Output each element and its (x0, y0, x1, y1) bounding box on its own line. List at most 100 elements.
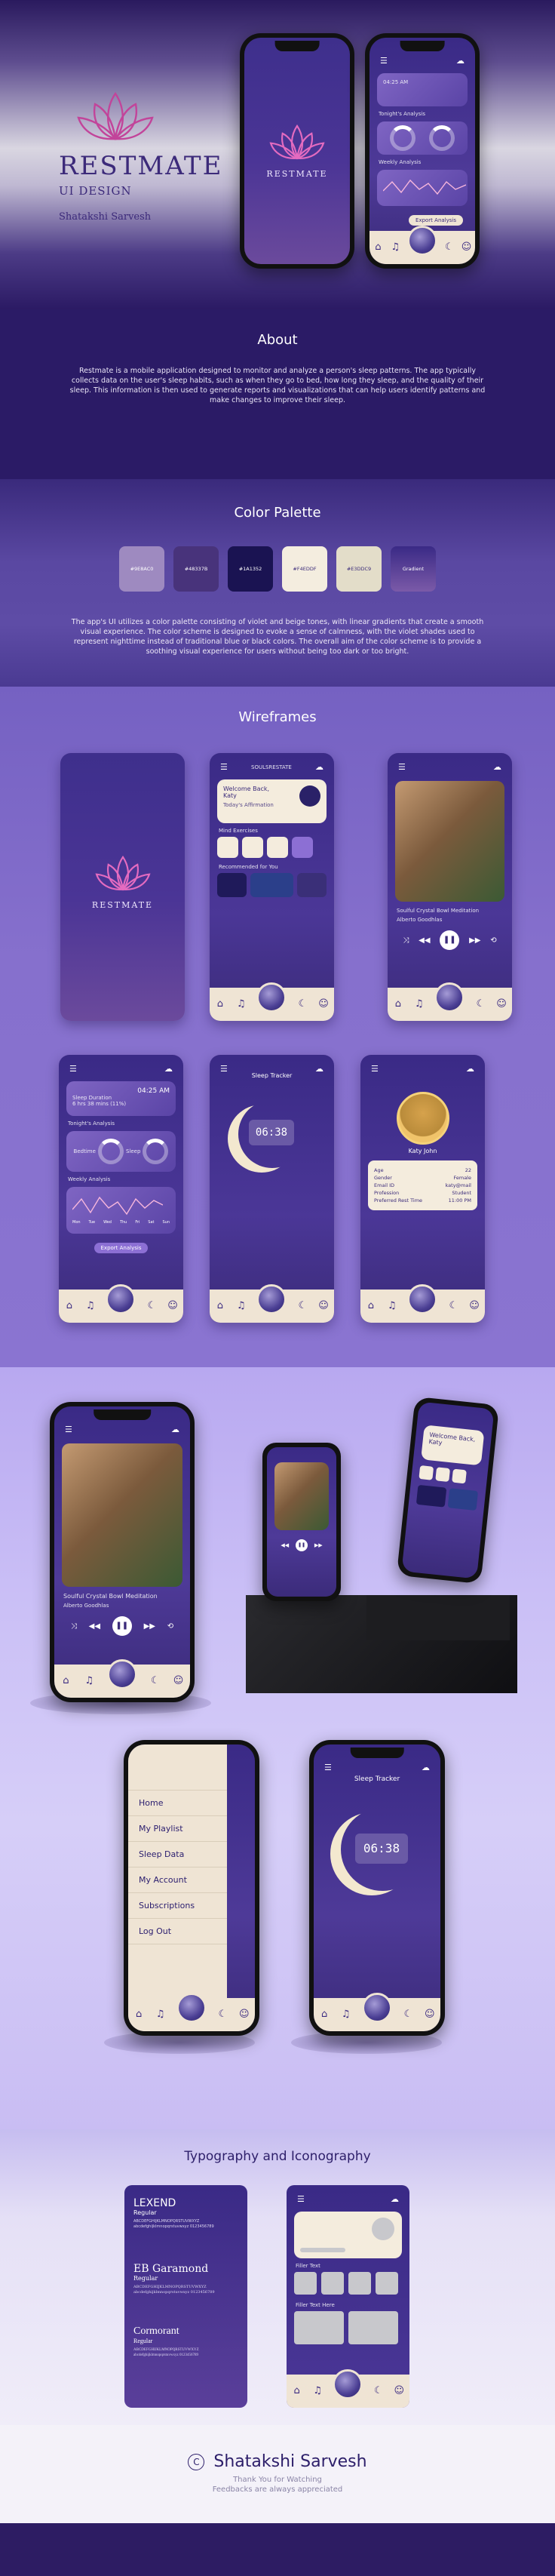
home-icon[interactable]: ⌂ (393, 999, 403, 1010)
playlist-icon[interactable]: ♫ (341, 2009, 351, 2020)
menu-icon[interactable]: ☰ (220, 762, 228, 772)
moon-button[interactable] (256, 1284, 287, 1314)
menu-item-sleep-data[interactable]: Sleep Data (128, 1842, 228, 1867)
profile-icon[interactable]: ☺ (173, 1676, 184, 1686)
menu-icon[interactable]: ☰ (220, 1064, 228, 1074)
profile-icon[interactable]: ☺ (318, 999, 329, 1010)
home-icon[interactable]: ⌂ (366, 1301, 376, 1311)
repeat-icon[interactable]: ⟲ (167, 1622, 173, 1631)
moon-button[interactable] (434, 982, 465, 1013)
moon-button[interactable] (361, 1993, 392, 2023)
profile-icon[interactable]: ☺ (167, 1301, 178, 1311)
night-icon[interactable]: ☾ (475, 999, 486, 1010)
profile-value: 11:00 PM (448, 1197, 471, 1203)
previous-icon[interactable]: ◀◀ (89, 1622, 100, 1631)
menu-icon[interactable]: ☰ (380, 56, 388, 66)
night-icon[interactable]: ☾ (373, 2386, 384, 2396)
menu-item-log-out[interactable]: Log Out (128, 1919, 228, 1944)
sleep-time: 04:25 AM (383, 79, 409, 85)
menu-icon[interactable]: ☰ (297, 2194, 305, 2204)
recommended-tile[interactable] (415, 1484, 447, 1508)
home-icon[interactable]: ⌂ (215, 999, 225, 1010)
recommended-tile[interactable] (297, 873, 327, 897)
night-icon[interactable]: ☾ (217, 2009, 228, 2020)
exercise-tile[interactable] (242, 837, 263, 858)
moon-button[interactable] (407, 1284, 438, 1314)
profile-key: Age (374, 1167, 384, 1173)
moon-button[interactable] (333, 2369, 363, 2399)
playlist-icon[interactable]: ♫ (387, 1301, 397, 1311)
affirmation-label: Today's Affirmation (223, 802, 274, 808)
profile-icon[interactable]: ☺ (425, 2009, 435, 2020)
shuffle-icon[interactable]: ⤨ (403, 936, 409, 945)
moon-button[interactable] (176, 1993, 207, 2023)
playlist-icon[interactable]: ♫ (236, 1301, 247, 1311)
playlist-icon[interactable]: ♫ (85, 1301, 96, 1311)
night-icon[interactable]: ☾ (444, 242, 455, 253)
shuffle-icon[interactable]: ⤨ (71, 1622, 77, 1631)
profile-icon[interactable]: ☺ (469, 1301, 480, 1311)
exercise-tile[interactable] (419, 1465, 434, 1480)
exercise-tile[interactable] (267, 837, 288, 858)
previous-icon[interactable]: ◀◀ (281, 1542, 289, 1548)
pause-button[interactable]: ❚❚ (112, 1616, 132, 1636)
cloud-icon: ☁ (314, 762, 323, 772)
tracker-title: Sleep Tracker (354, 1775, 400, 1783)
menu-item-subscriptions[interactable]: Subscriptions (128, 1893, 228, 1919)
export-analysis-button[interactable]: Export Analysis (94, 1243, 149, 1253)
home-icon[interactable]: ⌂ (133, 2009, 144, 2020)
night-icon[interactable]: ☾ (146, 1301, 157, 1311)
home-icon[interactable]: ⌂ (60, 1676, 71, 1686)
home-icon[interactable]: ⌂ (215, 1301, 225, 1311)
moon-button[interactable] (106, 1284, 136, 1314)
menu-icon[interactable]: ☰ (324, 1763, 332, 1772)
menu-icon[interactable]: ☰ (398, 762, 406, 772)
copyright-icon: C (188, 2454, 205, 2470)
moon-button[interactable] (256, 982, 287, 1013)
playlist-icon[interactable]: ♫ (236, 999, 247, 1010)
repeat-icon[interactable]: ⟲ (490, 936, 496, 945)
night-icon[interactable]: ☾ (297, 1301, 308, 1311)
menu-icon[interactable]: ☰ (65, 1425, 72, 1434)
playlist-icon[interactable]: ♫ (155, 2009, 166, 2020)
exercise-tile[interactable] (217, 837, 238, 858)
exercise-tile[interactable] (452, 1468, 467, 1484)
pause-button[interactable]: ❚❚ (440, 930, 460, 950)
recommended-tile[interactable] (217, 873, 247, 897)
moon-button[interactable] (406, 226, 437, 256)
menu-item-home[interactable]: Home (128, 1790, 228, 1816)
export-analysis-button[interactable]: Export Analysis (409, 215, 463, 226)
playlist-icon[interactable]: ♫ (312, 2386, 323, 2396)
home-icon[interactable]: ⌂ (292, 2386, 302, 2396)
profile-icon[interactable]: ☺ (239, 2009, 250, 2020)
menu-icon[interactable]: ☰ (371, 1064, 379, 1074)
playlist-icon[interactable]: ♫ (84, 1676, 94, 1686)
home-header: SOULSRESTATE (251, 764, 292, 770)
home-icon[interactable]: ⌂ (319, 2009, 330, 2020)
profile-icon[interactable]: ☺ (461, 242, 472, 253)
profile-icon[interactable]: ☺ (496, 999, 507, 1010)
profile-icon[interactable]: ☺ (394, 2386, 404, 2396)
pause-button[interactable]: ❚❚ (296, 1539, 308, 1551)
next-icon[interactable]: ▶▶ (144, 1622, 155, 1631)
previous-icon[interactable]: ◀◀ (419, 936, 430, 945)
night-icon[interactable]: ☾ (448, 1301, 458, 1311)
night-icon[interactable]: ☾ (403, 2009, 413, 2020)
playlist-icon[interactable]: ♫ (414, 999, 425, 1010)
menu-icon[interactable]: ☰ (69, 1064, 77, 1074)
night-icon[interactable]: ☾ (150, 1676, 161, 1686)
playlist-icon[interactable]: ♫ (390, 242, 400, 253)
menu-item-my-account[interactable]: My Account (128, 1867, 228, 1893)
recommended-tile[interactable] (447, 1488, 479, 1511)
profile-icon[interactable]: ☺ (318, 1301, 329, 1311)
next-icon[interactable]: ▶▶ (469, 936, 480, 945)
night-icon[interactable]: ☾ (297, 999, 308, 1010)
home-icon[interactable]: ⌂ (64, 1301, 75, 1311)
moon-button[interactable] (106, 1659, 137, 1689)
exercise-tile[interactable] (292, 837, 313, 858)
recommended-tile[interactable] (250, 873, 294, 897)
home-icon[interactable]: ⌂ (373, 242, 383, 253)
menu-item-my-playlist[interactable]: My Playlist (128, 1816, 228, 1842)
next-icon[interactable]: ▶▶ (314, 1542, 323, 1548)
exercise-tile[interactable] (435, 1467, 451, 1483)
